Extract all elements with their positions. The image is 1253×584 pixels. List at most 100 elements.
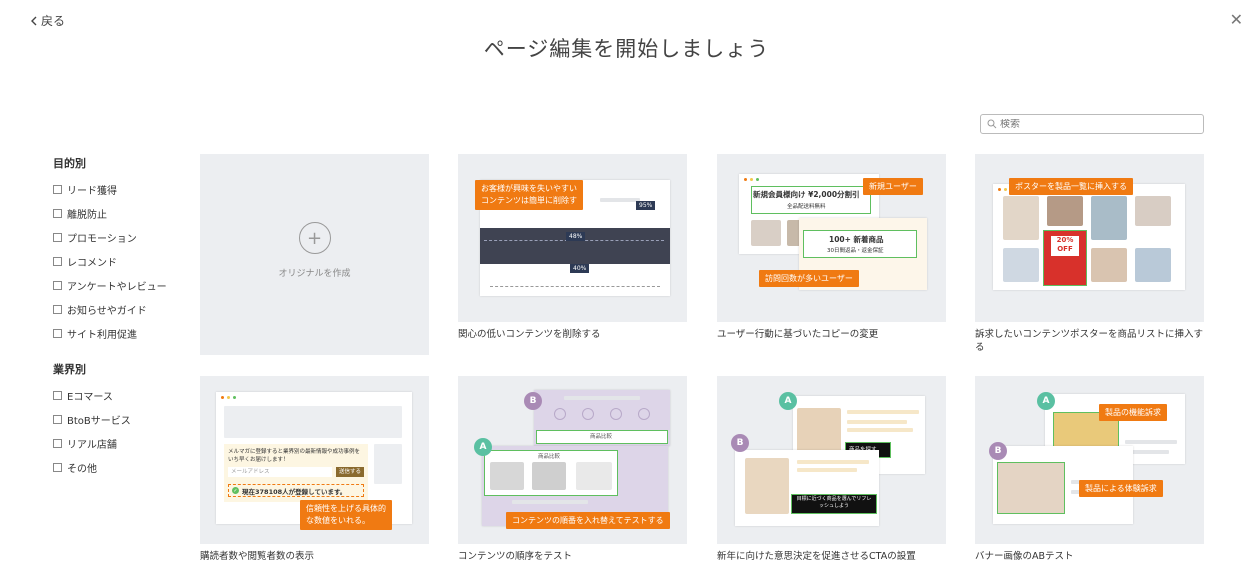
- tag-insert-poster: ポスターを製品一覧に挿入する: [1009, 178, 1133, 195]
- callout: 信頼性を上げる具体的 な数値をいれる。: [300, 500, 392, 530]
- search-input[interactable]: [1000, 118, 1180, 130]
- checkbox[interactable]: [53, 304, 62, 314]
- filter-sidebar: 目的別 リード獲得 離脱防止 プロモーション レコメンド アンケートやレビュー …: [53, 155, 183, 479]
- checkbox[interactable]: [53, 184, 62, 194]
- close-icon[interactable]: ✕: [1230, 12, 1243, 28]
- industry-section-title: 業界別: [53, 363, 86, 376]
- section-label-b: 商品比較: [590, 434, 613, 440]
- template-card-copy-change[interactable]: 新規会員様向け ¥2,000分割引 全品配送料無料 100+ 新着商品 30日間…: [717, 154, 946, 341]
- filter-label: Eコマース: [67, 391, 113, 403]
- badge-a: A: [474, 438, 492, 456]
- template-thumbnail[interactable]: メルマガに登録すると業界別の最新情報や成功事例をいち早くお届けします！ メールア…: [200, 376, 429, 544]
- purpose-section-title: 目的別: [53, 157, 86, 170]
- back-button[interactable]: 戻る: [30, 12, 65, 29]
- checkbox[interactable]: [53, 328, 62, 338]
- subline-text-2: 30日間返品・返金保証: [827, 248, 884, 254]
- section-label-a: 商品比較: [538, 454, 561, 460]
- badge-b: B: [731, 434, 749, 452]
- sale-bottom: OFF: [1057, 245, 1073, 253]
- template-card-cta[interactable]: 商品を探す 目標に近づく商品を選んでリフレッシュしよう A B 新年に向けた意思…: [717, 376, 946, 563]
- badge-b: B: [989, 442, 1007, 460]
- filter-survey[interactable]: アンケートやレビュー: [53, 273, 183, 297]
- filter-site-usage[interactable]: サイト利用促進: [53, 321, 183, 345]
- template-card-remove-content[interactable]: 95% 48% 40% お客様が興味を失いやすい コンテンツは簡単に削除す 関心…: [458, 154, 687, 341]
- callout: お客様が興味を失いやすい コンテンツは簡単に削除す: [475, 180, 583, 210]
- template-caption: 関心の低いコンテンツを削除する: [458, 329, 601, 340]
- page-title: ページ編集を開始しましょう: [483, 37, 770, 61]
- template-thumbnail[interactable]: 商品を探す 目標に近づく商品を選んでリフレッシュしよう A B: [717, 376, 946, 544]
- filter-label: リード獲得: [67, 185, 117, 197]
- submit-button: 送信する: [336, 467, 364, 477]
- template-caption: 新年に向けた意思決定を促進させるCTAの設置: [717, 551, 916, 562]
- template-thumbnail[interactable]: A B 製品の機能訴求 製品による体験訴求: [975, 376, 1204, 544]
- check-icon: ✓: [232, 487, 239, 494]
- filter-label: BtoBサービス: [67, 415, 131, 427]
- mockup-b: 目標に近づく商品を選んでリフレッシュしよう: [735, 450, 879, 526]
- product-list-mockup: 20% OFF: [993, 184, 1185, 290]
- checkbox[interactable]: [53, 232, 62, 242]
- create-original-card[interactable]: + オリジナルを作成: [200, 154, 429, 355]
- checkbox[interactable]: [53, 256, 62, 266]
- template-caption: コンテンツの順序をテスト: [458, 551, 573, 562]
- mockup-b: 商品比較: [534, 390, 670, 446]
- filter-recommend[interactable]: レコメンド: [53, 249, 183, 273]
- template-caption: ユーザー行動に基づいたコピーの変更: [717, 329, 879, 340]
- filter-retention[interactable]: 離脱防止: [53, 201, 183, 225]
- template-card-banner-ab[interactable]: A B 製品の機能訴求 製品による体験訴求 バナー画像のABテスト: [975, 376, 1204, 563]
- cta-b: 目標に近づく商品を選んでリフレッシュしよう: [796, 496, 872, 509]
- template-caption: 購読者数や閲覧者数の表示: [200, 551, 315, 562]
- filter-notice[interactable]: お知らせやガイド: [53, 297, 183, 321]
- subscriber-count-text: 現在378108人が登録しています。: [242, 487, 347, 496]
- filter-label: お知らせやガイド: [67, 305, 147, 317]
- filter-lead[interactable]: リード獲得: [53, 177, 183, 201]
- chevron-left-icon: [31, 16, 37, 25]
- template-caption: バナー画像のABテスト: [975, 551, 1074, 562]
- subscriber-count-row: ✓ 現在378108人が登録しています。: [228, 484, 364, 497]
- filter-promotion[interactable]: プロモーション: [53, 225, 183, 249]
- tag-experience: 製品による体験訴求: [1079, 480, 1163, 497]
- template-card-content-order[interactable]: 商品比較 商品比較 B A コンテンツの順番を入れ替えてテストする コンテンツの…: [458, 376, 687, 563]
- percent-label: 95%: [636, 201, 656, 210]
- search-box[interactable]: [980, 114, 1204, 134]
- filter-label: 離脱防止: [67, 209, 107, 221]
- checkbox[interactable]: [53, 280, 62, 290]
- badge-b: B: [524, 392, 542, 410]
- filter-label: その他: [67, 463, 97, 475]
- sale-poster: 20% OFF: [1051, 236, 1079, 256]
- filter-other[interactable]: その他: [53, 455, 183, 479]
- create-original-label: オリジナルを作成: [278, 269, 351, 279]
- template-thumbnail[interactable]: 商品比較 商品比較 B A コンテンツの順番を入れ替えてテストする: [458, 376, 687, 544]
- filter-label: サイト利用促進: [67, 329, 137, 341]
- filter-ecommerce[interactable]: Eコマース: [53, 383, 183, 407]
- email-field: メールアドレス: [228, 467, 332, 477]
- checkbox[interactable]: [53, 414, 62, 424]
- tag-feature: 製品の機能訴求: [1099, 404, 1167, 421]
- template-thumbnail[interactable]: 95% 48% 40% お客様が興味を失いやすい コンテンツは簡単に削除す: [458, 154, 687, 322]
- filter-label: レコメンド: [67, 257, 117, 269]
- tag-frequent-user: 訪問回数が多いユーザー: [759, 270, 859, 287]
- filter-label: リアル店舗: [67, 439, 117, 451]
- filter-label: プロモーション: [67, 233, 137, 245]
- template-card-insert-poster[interactable]: 20% OFF ポスターを製品一覧に挿入する 訴求したいコンテンツポスターを商品…: [975, 154, 1204, 354]
- filter-label: アンケートやレビュー: [67, 281, 167, 293]
- back-label: 戻る: [41, 14, 66, 28]
- checkbox[interactable]: [53, 438, 62, 448]
- filter-btob[interactable]: BtoBサービス: [53, 407, 183, 431]
- newsletter-box: メルマガに登録すると業界別の最新情報や成功事例をいち早くお届けします！ メールア…: [224, 444, 368, 502]
- headline-text: 新規会員様向け ¥2,000分割引: [753, 190, 860, 199]
- template-card-subscriber-count[interactable]: メルマガに登録すると業界別の最新情報や成功事例をいち早くお届けします！ メールア…: [200, 376, 429, 563]
- sale-top: 20%: [1056, 236, 1074, 244]
- create-original-thumb[interactable]: + オリジナルを作成: [200, 154, 429, 355]
- badge-a: A: [1037, 392, 1055, 410]
- checkbox[interactable]: [53, 208, 62, 218]
- percent-label: 48%: [566, 232, 586, 241]
- template-thumbnail[interactable]: 20% OFF ポスターを製品一覧に挿入する: [975, 154, 1204, 322]
- search-icon: [987, 119, 997, 129]
- checkbox[interactable]: [53, 390, 62, 400]
- filter-retail[interactable]: リアル店舗: [53, 431, 183, 455]
- percent-label: 40%: [570, 264, 590, 273]
- subline-text: 全品配送料無料: [787, 204, 826, 210]
- checkbox[interactable]: [53, 462, 62, 472]
- callout: コンテンツの順番を入れ替えてテストする: [506, 512, 670, 529]
- template-thumbnail[interactable]: 新規会員様向け ¥2,000分割引 全品配送料無料 100+ 新着商品 30日間…: [717, 154, 946, 322]
